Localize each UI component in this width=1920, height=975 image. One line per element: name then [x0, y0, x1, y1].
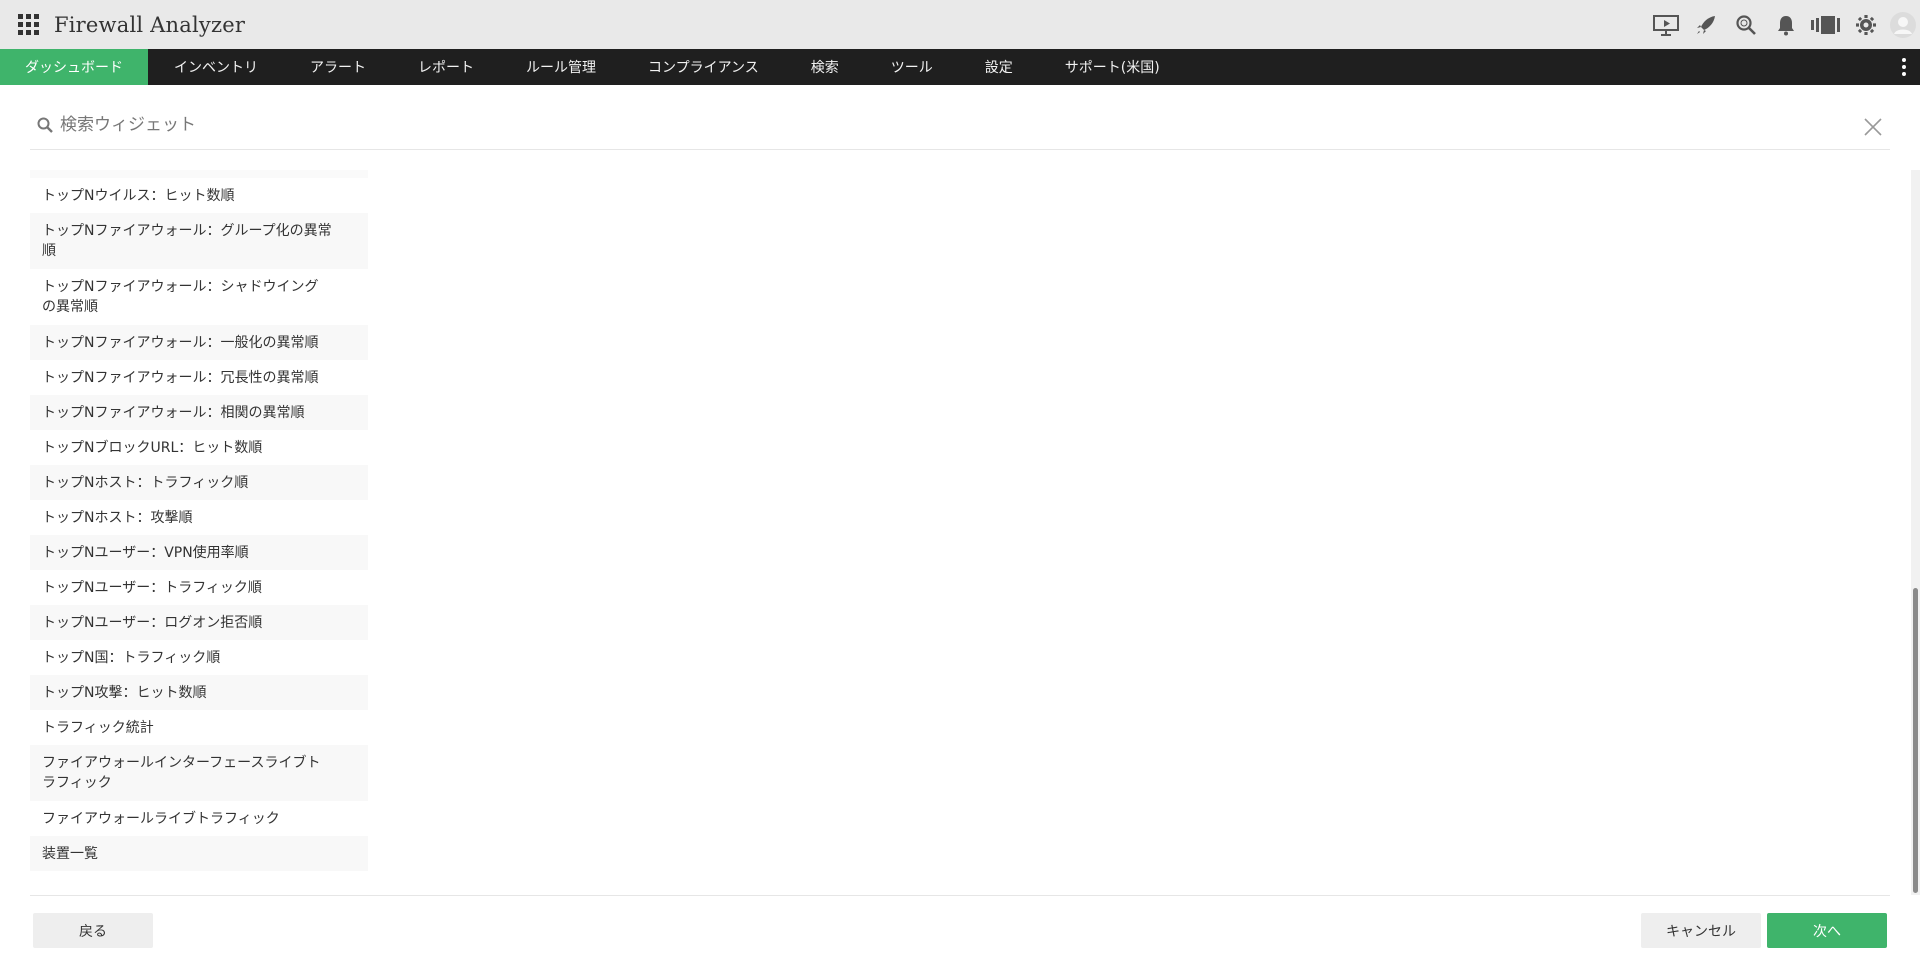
- widget-list-item-label: トップNファイアウォール：冗長性の異常順: [42, 369, 319, 386]
- next-button[interactable]: 次へ: [1767, 913, 1887, 948]
- user-avatar-icon[interactable]: [1886, 0, 1920, 49]
- more-options-icon[interactable]: [1898, 49, 1910, 85]
- back-button[interactable]: 戻る: [33, 913, 153, 948]
- widget-list-item-label: トップNファイアウォール：一般化の異常順: [42, 334, 319, 351]
- widget-list-item[interactable]: トラフィック統計: [30, 710, 368, 745]
- widget-list-item[interactable]: ファイアウォールライブトラフィック: [30, 801, 368, 836]
- close-icon[interactable]: [1862, 116, 1884, 138]
- list-top-edge: [30, 170, 368, 178]
- widget-list-item-label: トップN国：トラフィック順: [42, 649, 221, 666]
- widget-list-item-label: トップNブロックURL：ヒット数順: [42, 439, 263, 456]
- widget-list-item-label: トラフィック統計: [42, 719, 154, 736]
- widget-list-item-label: トップNウイルス：ヒット数順: [42, 187, 235, 204]
- widget-list-item[interactable]: トップNユーザー：トラフィック順: [30, 570, 368, 605]
- widget-list-item[interactable]: トップNユーザー：ログオン拒否順: [30, 605, 368, 640]
- widget-list-item-label: トップNユーザー：VPN使用率順: [42, 544, 249, 561]
- widget-list-item[interactable]: トップNファイアウォール：一般化の異常順: [30, 325, 368, 360]
- app-header: Firewall Analyzer: [0, 0, 1920, 49]
- nav-item-dashboard[interactable]: ダッシュボード: [0, 49, 148, 85]
- widget-list-item[interactable]: トップNファイアウォール：グループ化の異常順: [30, 213, 368, 269]
- rocket-icon[interactable]: [1686, 0, 1726, 49]
- nav-item-support[interactable]: サポート(米国): [1039, 49, 1186, 85]
- device-icon[interactable]: [1806, 0, 1846, 49]
- gear-icon[interactable]: [1846, 0, 1886, 49]
- cancel-button[interactable]: キャンセル: [1641, 913, 1761, 948]
- widget-list-item-label: トップN攻撃：ヒット数順: [42, 684, 207, 701]
- footer-divider: [30, 895, 1890, 896]
- widget-list-item-label: トップNホスト：トラフィック順: [42, 474, 249, 491]
- main-nav: ダッシュボード インベントリ アラート レポート ルール管理 コンプライアンス …: [0, 49, 1920, 85]
- widget-list-item[interactable]: 装置一覧: [30, 836, 368, 871]
- header-icons: [1646, 0, 1920, 49]
- app-title: Firewall Analyzer: [54, 12, 246, 37]
- widget-list-item[interactable]: トップN国：トラフィック順: [30, 640, 368, 675]
- widget-list-item[interactable]: トップNファイアウォール：相関の異常順: [30, 395, 368, 430]
- widget-list-item[interactable]: トップNファイアウォール：冗長性の異常順: [30, 360, 368, 395]
- widget-list: トップNウイルス：ヒット数順 トップNファイアウォール：グループ化の異常順 トップN…: [30, 178, 368, 871]
- widget-list-item[interactable]: トップNウイルス：ヒット数順: [30, 178, 368, 213]
- widget-search-input[interactable]: [60, 114, 1760, 135]
- nav-item-inventory[interactable]: インベントリ: [148, 49, 284, 85]
- widget-search-bar: [30, 110, 1890, 150]
- widget-list-item[interactable]: トップNホスト：攻撃順: [30, 500, 368, 535]
- bell-icon[interactable]: [1766, 0, 1806, 49]
- widget-list-item[interactable]: トップNブロックURL：ヒット数順: [30, 430, 368, 465]
- nav-item-alerts[interactable]: アラート: [284, 49, 392, 85]
- widget-list-item-label: トップNファイアウォール：シャドウイングの異常順: [42, 279, 319, 315]
- widget-list-item[interactable]: ファイアウォールインターフェースライブトラフィック: [30, 745, 368, 801]
- scrollbar-thumb[interactable]: [1913, 588, 1918, 893]
- widget-list-item-label: トップNホスト：攻撃順: [42, 509, 193, 526]
- widget-list-item-label: 装置一覧: [42, 845, 98, 862]
- widget-list-item[interactable]: トップNファイアウォール：シャドウイングの異常順: [30, 269, 368, 325]
- widget-list-item-label: トップNユーザー：ログオン拒否順: [42, 614, 263, 631]
- nav-item-search[interactable]: 検索: [785, 49, 865, 85]
- widget-list-item-label: ファイアウォールインターフェースライブトラフィック: [42, 755, 321, 791]
- nav-item-tools[interactable]: ツール: [865, 49, 959, 85]
- nav-item-rule-management[interactable]: ルール管理: [500, 49, 622, 85]
- widget-list-item-label: トップNユーザー：トラフィック順: [42, 579, 262, 596]
- search-icon[interactable]: [1726, 0, 1766, 49]
- app-grid-icon[interactable]: [18, 13, 40, 36]
- widget-list-item-label: トップNファイアウォール：グループ化の異常順: [42, 223, 332, 259]
- widget-list-item[interactable]: トップN攻撃：ヒット数順: [30, 675, 368, 710]
- search-icon: [37, 117, 53, 133]
- widget-list-item-label: トップNファイアウォール：相関の異常順: [42, 404, 305, 421]
- widget-list-item-label: ファイアウォールライブトラフィック: [42, 810, 280, 827]
- nav-item-settings[interactable]: 設定: [959, 49, 1039, 85]
- nav-item-reports[interactable]: レポート: [392, 49, 500, 85]
- widget-list-item[interactable]: トップNホスト：トラフィック順: [30, 465, 368, 500]
- presentation-icon[interactable]: [1646, 0, 1686, 49]
- nav-item-compliance[interactable]: コンプライアンス: [622, 49, 785, 85]
- widget-list-item[interactable]: トップNユーザー：VPN使用率順: [30, 535, 368, 570]
